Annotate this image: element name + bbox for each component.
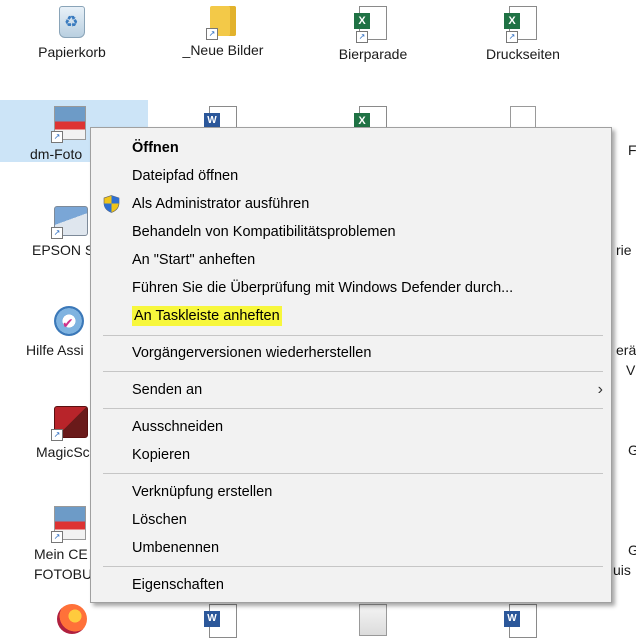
menu-item-label: Behandeln von Kompatibilitätsproblemen [132, 224, 396, 240]
menu-item-troubleshoot-compatibility[interactable]: Behandeln von Kompatibilitätsproblemen [91, 218, 611, 246]
menu-item-run-as-admin[interactable]: Als Administrator ausführen [91, 190, 611, 218]
desktop-icon-label: Mein CE FOTOBU [34, 546, 93, 582]
menu-item-label: Löschen [132, 512, 187, 528]
magic-app-icon: ↗ [51, 406, 88, 441]
desktop-icon-label: Hilfe Assi [26, 342, 84, 358]
menu-item-pin-to-start[interactable]: An "Start" anheften [91, 246, 611, 274]
menu-separator [103, 408, 603, 409]
desktop-icon-label: EPSON S [32, 242, 95, 258]
desktop-icon-label: Bierparade [338, 46, 408, 62]
menu-item-label: Vorgängerversionen wiederherstellen [132, 345, 372, 361]
uac-shield-icon [103, 195, 120, 213]
menu-item-create-shortcut[interactable]: Verknüpfung erstellen [91, 478, 611, 506]
desktop-icon-label: _Neue Bilder [182, 42, 264, 58]
menu-item-label: Senden an [132, 382, 203, 398]
shortcut-arrow-icon: ↗ [51, 227, 63, 239]
desktop-icon-magicsc[interactable]: ↗ MagicSc [8, 400, 98, 462]
menu-item-label: Ausschneiden [132, 419, 224, 435]
menu-separator [103, 566, 603, 567]
edge-label: uis [613, 562, 631, 578]
menu-item-delete[interactable]: Löschen [91, 506, 611, 534]
edge-label: G [628, 542, 636, 558]
menu-item-rename[interactable]: Umbenennen [91, 534, 611, 562]
desktop-icon-hilfe-assistent[interactable]: Hilfe Assi [8, 300, 98, 360]
menu-item-send-to[interactable]: Senden an › [91, 376, 611, 404]
edge-label: F [628, 142, 636, 158]
presentation-icon [359, 604, 387, 636]
menu-item-open[interactable]: Öffnen [91, 134, 611, 162]
scanner-icon: ↗ [51, 206, 88, 239]
desktop-icon-neue-bilder[interactable]: ↗ _Neue Bilder [168, 0, 278, 60]
help-assistant-icon [54, 306, 84, 336]
desktop-icon-label: MagicSc [36, 444, 90, 460]
menu-item-label: An Taskleiste anheften [132, 306, 282, 326]
recycle-bin-icon [59, 6, 85, 38]
menu-item-windows-defender-scan[interactable]: Führen Sie die Überprüfung mit Windows D… [91, 274, 611, 302]
menu-item-copy[interactable]: Kopieren [91, 441, 611, 469]
shortcut-arrow-icon: ↗ [51, 429, 63, 441]
photo-app-icon: ↗ [51, 106, 86, 143]
desktop-icon-stand[interactable] [318, 598, 428, 640]
menu-item-label: Kopieren [132, 447, 191, 463]
shortcut-arrow-icon: ↗ [506, 31, 518, 43]
desktop-icon-papierkorb[interactable]: Papierkorb [17, 0, 127, 62]
menu-item-label: An "Start" anheften [132, 252, 256, 268]
edge-label: G [628, 442, 636, 458]
context-menu: Öffnen Dateipfad öffnen Als Administrato… [90, 127, 612, 603]
desktop-icon-druckseiten[interactable]: ↗ Druckseiten [468, 0, 578, 64]
firefox-icon [57, 604, 87, 634]
menu-separator [103, 371, 603, 372]
edge-label: rie [616, 242, 632, 258]
shortcut-arrow-icon: ↗ [356, 31, 368, 43]
desktop-icon-epson[interactable]: ↗ EPSON S [8, 200, 98, 260]
desktop-icon-label: Papierkorb [38, 44, 106, 60]
excel-file-icon: ↗ [504, 6, 537, 43]
photobook-icon: ↗ [51, 506, 86, 543]
menu-separator [103, 335, 603, 336]
edge-label: erä [616, 342, 636, 358]
menu-item-cut[interactable]: Ausschneiden [91, 413, 611, 441]
menu-item-properties[interactable]: Eigenschaften [91, 571, 611, 599]
shortcut-arrow-icon: ↗ [51, 131, 63, 143]
menu-item-restore-previous-versions[interactable]: Vorgängerversionen wiederherstellen [91, 339, 611, 367]
folder-icon: ↗ [206, 6, 236, 40]
desktop-icon-word-doc-3[interactable] [468, 598, 578, 642]
desktop-icon-mein-cewe-fotobuch[interactable]: ↗ Mein CE FOTOBU [8, 500, 98, 584]
chevron-right-icon: › [597, 381, 603, 398]
menu-item-label: Dateipfad öffnen [132, 168, 239, 184]
menu-item-pin-to-taskbar[interactable]: An Taskleiste anheften [91, 302, 611, 330]
menu-item-label: Eigenschaften [132, 577, 224, 593]
menu-item-label: Führen Sie die Überprüfung mit Windows D… [132, 280, 514, 296]
desktop-icon-firefox[interactable] [17, 598, 127, 638]
edge-label: V [626, 362, 636, 378]
desktop-icon-label: Druckseiten [486, 46, 560, 62]
excel-file-icon: ↗ [354, 6, 387, 43]
desktop-icon-word-doc-2[interactable] [168, 598, 278, 642]
shortcut-arrow-icon: ↗ [51, 531, 63, 543]
menu-item-label: Als Administrator ausführen [132, 196, 310, 212]
menu-item-label: Verknüpfung erstellen [132, 484, 273, 500]
menu-item-label: Umbenennen [132, 540, 220, 556]
menu-item-label-wrap: An Taskleiste anheften [132, 302, 282, 330]
shortcut-arrow-icon: ↗ [206, 28, 218, 40]
desktop-icon-bierparade[interactable]: ↗ Bierparade [318, 0, 428, 64]
menu-item-open-file-location[interactable]: Dateipfad öffnen [91, 162, 611, 190]
menu-separator [103, 473, 603, 474]
menu-item-label: Öffnen [132, 140, 179, 156]
